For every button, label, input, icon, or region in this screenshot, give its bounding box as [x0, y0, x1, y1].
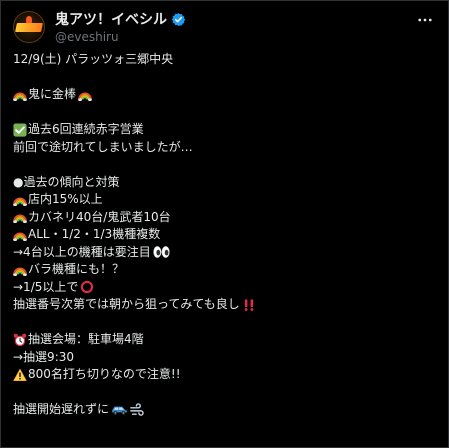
tweet-line-kabaneri: カバネリ40台/鬼武者10台	[13, 209, 438, 227]
tweet-line-store: 店内15%以上	[13, 191, 438, 209]
tweet-line-fifth: →1/5以上で	[13, 279, 438, 297]
rainbow-icon	[13, 197, 27, 206]
tweet-line-closing: 抽選開始遅れずに	[13, 401, 438, 419]
tweet-line-trend-header: ●過去の傾向と対策	[13, 174, 120, 189]
tweet-line-all: ALL・1/2・1/3機種複数	[13, 226, 438, 244]
tweet-line-date: 12/9(土) パラッツォ三郷中央	[13, 52, 174, 66]
rainbow-icon	[13, 92, 27, 101]
rainbow-icon	[13, 214, 27, 224]
eyes-icon	[153, 246, 170, 259]
alarm-clock-icon	[13, 333, 27, 346]
tweet-line-four-units: →4台以上の機種は要注目	[13, 244, 438, 262]
tweet-line-streak-note: 前回で途切れてしまいましたが…	[13, 139, 193, 154]
tweet-line-bara: バラ機種にも！？	[13, 261, 438, 279]
tweet-card: 鬼アツ！イベシル @eveshiru 12/9(土) パラッツォ三郷中央 鬼に金…	[0, 0, 449, 448]
red-circle-icon	[81, 281, 94, 294]
check-mark-icon	[13, 123, 27, 137]
tweet-header: 鬼アツ！イベシル @eveshiru	[13, 9, 438, 45]
more-options-icon[interactable]	[416, 11, 434, 29]
rainbow-icon	[13, 232, 27, 241]
verified-badge-icon	[171, 12, 186, 26]
warning-icon	[13, 368, 27, 381]
user-handle[interactable]: @eveshiru	[55, 30, 119, 44]
avatar-logo-mark	[15, 23, 43, 32]
tweet-text: 12/9(土) パラッツォ三郷中央 鬼に金棒 過去6回連続赤字営業 前回で途切れ…	[13, 51, 438, 419]
name-row: 鬼アツ！イベシル	[55, 10, 186, 28]
tweet-line-lottery: 抽選番号次第では朝から狙ってみても良し	[13, 296, 438, 314]
tweet-line-venue: 抽選会場：駐車場4階	[13, 331, 438, 349]
display-name[interactable]: 鬼アツ！イベシル	[55, 9, 167, 29]
avatar-flame	[26, 16, 32, 23]
double-exclamation-icon	[244, 299, 254, 311]
tweet-line-streak: 過去6回連続赤字営業	[13, 121, 438, 139]
tweet-line-title: 鬼に金棒	[13, 86, 438, 104]
avatar[interactable]	[13, 11, 45, 43]
dash-icon	[130, 403, 144, 416]
car-icon	[112, 406, 128, 415]
tweet-line-time: →抽選9:30	[13, 349, 75, 364]
rainbow-icon	[78, 92, 92, 101]
rainbow-icon	[13, 267, 27, 276]
tweet-line-cutoff: 800名打ち切りなので注意!!	[13, 366, 438, 384]
